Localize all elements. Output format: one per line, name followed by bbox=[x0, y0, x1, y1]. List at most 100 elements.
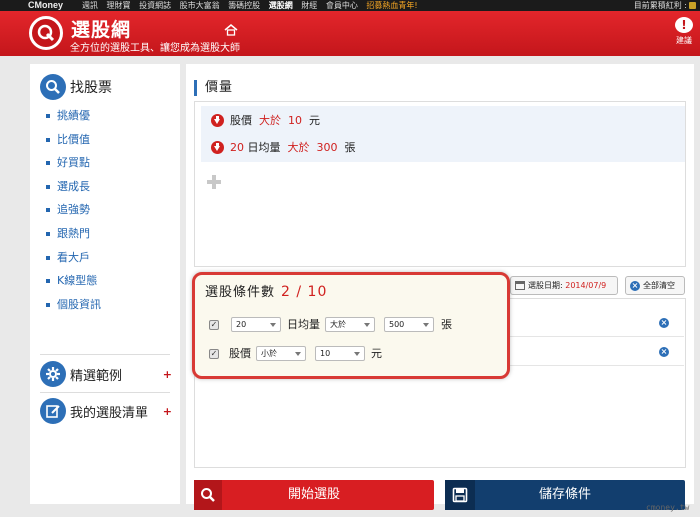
bullet-icon bbox=[46, 161, 50, 166]
find-stocks-title: 找股票 bbox=[70, 80, 112, 96]
condition-item-price[interactable]: 股價 大於 10 元 bbox=[201, 106, 685, 135]
top-nav-links: 週訊 理財寶 投資網誌 股市大富翁 籌碼控股 選股網 財經 會員中心 招募熱血青… bbox=[82, 0, 424, 11]
sidebar-item-label: 追強勢 bbox=[57, 203, 90, 217]
sidebar-divider bbox=[40, 392, 170, 393]
arrow-down-circle-icon[interactable] bbox=[211, 114, 224, 127]
arrow-down-circle-icon[interactable] bbox=[211, 141, 224, 154]
callout-title: 選股條件數 2 / 10 bbox=[205, 281, 327, 300]
watermark: cmoney.tw bbox=[646, 503, 690, 512]
sidebar-item-label: 跟熱門 bbox=[57, 226, 90, 240]
sidebar-examples[interactable]: 精選範例 + bbox=[40, 361, 172, 389]
unit-label: 張 bbox=[441, 318, 452, 331]
suggest-label: 建議 bbox=[676, 36, 692, 45]
sidebar-item-buy-point[interactable]: 好買點 bbox=[46, 151, 101, 175]
suggest-button[interactable]: ! 建議 bbox=[671, 17, 697, 46]
condition-count-callout: 選股條件數 2 / 10 ✓ 20 日均量 大於 500 張 ✓ 股價 小於 10… bbox=[192, 272, 510, 379]
site-title[interactable]: 選股網 bbox=[71, 15, 131, 42]
condition-label: 股價 bbox=[229, 347, 251, 360]
calendar-icon bbox=[515, 281, 525, 290]
condition-count-label: 選股條件數 bbox=[205, 285, 276, 300]
nav-link-finance-treasure[interactable]: 理財寶 bbox=[107, 1, 131, 10]
close-icon: × bbox=[630, 281, 640, 291]
condition-row-avg-volume: ✓ 20 日均量 大於 500 張 bbox=[195, 312, 507, 338]
sidebar-item-momentum[interactable]: 追強勢 bbox=[46, 198, 101, 222]
sidebar-item-growth[interactable]: 選成長 bbox=[46, 175, 101, 199]
sidebar-my-list[interactable]: 我的選股清單 + bbox=[40, 398, 172, 426]
condition-item-avg-volume[interactable]: 20 日均量 大於 300 張 bbox=[201, 133, 685, 162]
site-logo-icon[interactable] bbox=[29, 16, 63, 50]
sidebar-divider bbox=[40, 354, 170, 355]
bullet-icon bbox=[46, 231, 50, 236]
nav-link-monopoly[interactable]: 股市大富翁 bbox=[180, 1, 220, 10]
bullet-icon bbox=[46, 184, 50, 189]
gear-icon bbox=[40, 361, 66, 387]
add-condition-plus-icon[interactable] bbox=[207, 175, 221, 189]
bonus-info: 目前累積紅利 : bbox=[634, 0, 696, 11]
nav-link-member[interactable]: 會員中心 bbox=[326, 1, 358, 10]
nav-link-stock-picker[interactable]: 選股網 bbox=[269, 1, 293, 10]
cmoney-logo[interactable]: CMoney bbox=[28, 0, 63, 11]
operator-select[interactable]: 大於 bbox=[325, 317, 375, 332]
bullet-icon bbox=[46, 114, 50, 118]
value-select[interactable]: 500 bbox=[384, 317, 434, 332]
bullet-icon bbox=[46, 137, 50, 142]
sidebar-item-label: 選成長 bbox=[57, 179, 90, 193]
sidebar-item-label: 好買點 bbox=[57, 156, 90, 170]
bullet-icon bbox=[46, 208, 50, 213]
select-date-button[interactable]: 選股日期: 2014/07/9 bbox=[510, 276, 618, 295]
start-screening-label: 開始選股 bbox=[287, 487, 340, 502]
sidebar-item-stock-info[interactable]: 個股資訊 bbox=[46, 293, 101, 317]
condition-row-price: ✓ 股價 小於 10 元 bbox=[195, 341, 507, 367]
section-title: 價量 bbox=[194, 80, 233, 96]
nav-link-chips[interactable]: 籌碼控股 bbox=[228, 1, 260, 10]
examples-label: 精選範例 bbox=[70, 368, 123, 384]
bullet-icon bbox=[46, 302, 50, 307]
bullet-icon bbox=[46, 279, 50, 284]
sidebar-item-label: 比價值 bbox=[57, 132, 90, 146]
search-icon bbox=[40, 74, 66, 100]
bullet-icon bbox=[46, 255, 50, 260]
edit-icon bbox=[40, 398, 66, 424]
days-select[interactable]: 20 bbox=[231, 317, 281, 332]
home-icon[interactable] bbox=[224, 24, 238, 39]
remove-condition-icon[interactable]: × bbox=[659, 347, 669, 357]
condition-checkbox[interactable]: ✓ bbox=[209, 320, 219, 330]
nav-link-news[interactable]: 財經 bbox=[301, 1, 317, 10]
remove-condition-icon[interactable]: × bbox=[659, 318, 669, 328]
condition-checkbox[interactable]: ✓ bbox=[209, 349, 219, 359]
condition-count-value: 2 / 10 bbox=[281, 284, 328, 300]
condition-label: 日均量 bbox=[287, 318, 320, 331]
nav-link-recruit[interactable]: 招募熱血青年! bbox=[366, 1, 417, 10]
sidebar-item-value[interactable]: 比價值 bbox=[46, 128, 101, 152]
site-header: 選股網 全方位的選股工具、讓您成為選股大師 ! 建議 bbox=[0, 11, 700, 56]
site-slogan: 全方位的選股工具、讓您成為選股大師 bbox=[70, 43, 240, 54]
sidebar-item-label: 挑績優 bbox=[57, 109, 90, 122]
date-value: 2014/07/9 bbox=[565, 281, 607, 290]
sidebar-item-label: 看大戶 bbox=[57, 250, 90, 264]
find-stocks-heading: 找股票 bbox=[40, 74, 112, 102]
bonus-label: 目前累積紅利 : bbox=[633, 1, 687, 10]
expand-plus-icon[interactable]: + bbox=[163, 405, 172, 418]
sidebar-category-list: 挑績優 比價值 好買點 選成長 追強勢 跟熱門 看大戶 K線型態 個股資訊 bbox=[46, 104, 101, 316]
sidebar-item-big-holders[interactable]: 看大戶 bbox=[46, 246, 101, 270]
sidebar-item-popular[interactable]: 跟熱門 bbox=[46, 222, 101, 246]
sidebar-item-quality[interactable]: 挑績優 bbox=[46, 104, 101, 128]
nav-link-weekly[interactable]: 週訊 bbox=[82, 1, 98, 10]
expand-plus-icon[interactable]: + bbox=[163, 368, 172, 381]
sidebar-item-label: K線型態 bbox=[57, 274, 98, 288]
condition-text: 股價 大於 10 元 bbox=[230, 114, 320, 127]
start-screening-button[interactable]: 開始選股 bbox=[194, 480, 434, 510]
clear-all-button[interactable]: × 全部清空 bbox=[625, 276, 685, 295]
condition-text: 20 日均量 大於 300 張 bbox=[230, 141, 356, 154]
clear-all-label: 全部清空 bbox=[643, 281, 675, 290]
sidebar-item-k-pattern[interactable]: K線型態 bbox=[46, 269, 101, 293]
speech-bubble-icon: ! bbox=[675, 17, 693, 33]
nav-link-blog[interactable]: 投資網誌 bbox=[139, 1, 171, 10]
sidebar-item-label: 個股資訊 bbox=[57, 297, 101, 311]
operator-select[interactable]: 小於 bbox=[256, 346, 306, 361]
my-list-label: 我的選股清單 bbox=[70, 405, 149, 421]
top-nav-bar: CMoney 週訊 理財寶 投資網誌 股市大富翁 籌碼控股 選股網 財經 會員中… bbox=[0, 0, 700, 11]
value-select[interactable]: 10 bbox=[315, 346, 365, 361]
date-label: 選股日期: bbox=[528, 281, 563, 290]
unit-label: 元 bbox=[371, 347, 382, 360]
